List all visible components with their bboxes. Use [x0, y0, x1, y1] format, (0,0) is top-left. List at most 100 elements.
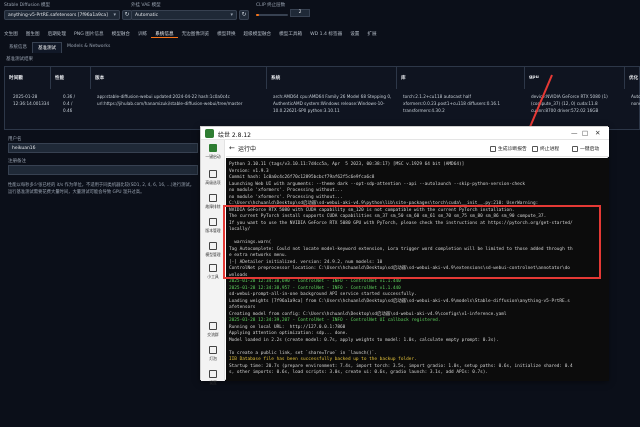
col-header-performance[interactable]: 性能 — [51, 67, 91, 89]
tab-0[interactable]: 文生图 — [0, 29, 22, 38]
tab-5[interactable]: 训练 — [134, 29, 151, 38]
subtab-0[interactable]: 系统信息 — [4, 42, 32, 53]
sidebar-icon — [209, 346, 217, 354]
benchmark-notes: 性能以每秒多少张已经的 it/s 作为单位，不适用于同类机器比较(SD1, 2,… — [8, 182, 198, 196]
console-line: Creating model from config: C:\Users\hch… — [229, 312, 507, 318]
sidebar-item-3[interactable]: 版本管理 — [201, 216, 225, 236]
tab-2[interactable]: 后期处理 — [44, 29, 70, 38]
stop-process-label: 终止进程 — [540, 147, 559, 152]
sidebar-item-2[interactable]: 故障排除 — [201, 192, 225, 212]
launcher-header: ← 运行中 生成诊断报告 终止进程 一键启动 — [226, 140, 609, 157]
console-line: Applying attention optimization: sdp... … — [229, 331, 348, 337]
subtab-1[interactable]: 基准测试 — [32, 42, 62, 53]
tab-10[interactable]: 模型工具箱 — [275, 29, 306, 38]
sidebar-item-4[interactable]: 模型管理 — [201, 240, 225, 260]
model-label: Stable Diffusion 模型 — [4, 2, 50, 8]
launcher-title: 绘世 2.8.12 — [218, 130, 251, 139]
one-click-start-button[interactable]: 一键启动 — [570, 144, 601, 153]
console-line: s, other imports: 0.6s, load scripts: 3.… — [229, 370, 488, 376]
console-line: Running on local URL: http://127.0.0.1:7… — [229, 325, 345, 331]
console-line: IIB Database file has been successfully … — [229, 357, 417, 363]
cell-optim: Automatic none — [627, 91, 640, 109]
username-label: 用户名 — [8, 136, 22, 142]
console-line: Python 3.10.11 (tags/v3.10.11:7d4cc5a, A… — [229, 162, 464, 168]
sidebar-item-label: 灯泡 — [201, 356, 225, 362]
report-icon — [490, 146, 496, 152]
tab-3[interactable]: PNG 图片信息 — [70, 29, 108, 38]
tab-6[interactable]: 系统信息 — [151, 29, 177, 38]
refresh-icon[interactable]: ↻ — [239, 10, 249, 20]
chevron-down-icon: ▾ — [113, 12, 116, 18]
launcher-titlebar[interactable]: 绘世 2.8.12 — □ ✕ — [201, 127, 609, 140]
clip-slider[interactable] — [256, 14, 288, 16]
status-label: 运行中 — [238, 144, 256, 153]
tab-8[interactable]: 模型转换 — [213, 29, 239, 38]
sidebar-icon — [209, 144, 217, 152]
cell-version: app:stable-diffusion-webui updated:2024-… — [93, 91, 267, 109]
console-line: no module 'xformers'. Processing without… — [229, 188, 343, 194]
play-icon — [572, 146, 578, 152]
console-line: Startup time: 20.7s (prepare environment… — [229, 364, 573, 370]
back-arrow-icon[interactable]: ← — [229, 144, 235, 152]
sidebar-item-7[interactable]: 灯泡 — [201, 344, 225, 364]
vae-select-value: Automatic — [135, 13, 158, 18]
top-bar: Stable Diffusion 模型 anything-v5-PrtRE.sa… — [0, 0, 640, 28]
stop-icon — [532, 146, 538, 152]
cell-performance: 0.36 / 0.4 / 0.46 — [59, 91, 91, 116]
col-header-system[interactable]: 系统 — [267, 67, 397, 89]
subtab-2[interactable]: Models & Networks — [62, 42, 115, 53]
sidebar-item-8[interactable]: 设置 — [201, 368, 225, 388]
console-line: Version: v1.9.3 — [229, 169, 269, 175]
diagnostic-report-button[interactable]: 生成诊断报告 — [488, 144, 529, 153]
tab-11[interactable]: WD 1.4 标签器 — [306, 29, 346, 38]
console-line: no module 'xformers'. Processing without… — [229, 195, 343, 201]
tab-9[interactable]: 超级模型融合 — [240, 29, 276, 38]
sidebar-item-label: 模型管理 — [201, 252, 225, 258]
minimize-icon[interactable]: — — [571, 129, 578, 137]
cell-libs: torch:2.1.2+cu118 autocast half xformers… — [399, 91, 525, 116]
console-line: Model loaded in 2.2s (create model: 0.7s… — [229, 338, 499, 344]
console-line: Commit hash: 1c0a0c4c26f70c12895bcbcf79a… — [229, 175, 374, 181]
tab-1[interactable]: 图生图 — [22, 29, 44, 38]
maximize-icon[interactable]: □ — [582, 129, 588, 137]
sidebar-item-label: 高级选项 — [201, 180, 225, 186]
vae-label: 外挂 VAE 模型 — [131, 2, 161, 8]
results-label: 基准测试结果 — [6, 56, 33, 62]
sidebar-item-6[interactable]: 交流群 — [201, 320, 225, 340]
close-icon[interactable]: ✕ — [595, 129, 600, 137]
stop-process-button[interactable]: 终止进程 — [530, 144, 561, 153]
model-select-value: anything-v5-PrtRE.safetensors [7f96a1a9c… — [8, 13, 108, 18]
chevron-down-icon: ▾ — [230, 12, 233, 18]
highlight-box — [223, 205, 601, 279]
sidebar-item-label: 故障排除 — [201, 204, 225, 210]
col-header-optim[interactable]: 优化 — [625, 67, 640, 89]
clip-number[interactable]: 2 — [290, 9, 310, 17]
console-line: 2025-01-28 12:34:39,207 - ControlNet - I… — [229, 318, 440, 324]
console-line: Loading weights [7f96a1a9ca] from C:\Use… — [229, 299, 570, 305]
sub-tabs: 系统信息基准测试Models & Networks — [4, 42, 115, 53]
sidebar-item-0[interactable]: 一键启动 — [201, 142, 225, 162]
vae-select[interactable]: Automatic ▾ — [131, 10, 237, 20]
username-input[interactable]: heikuan16 — [8, 143, 198, 153]
app-icon — [205, 129, 214, 138]
tab-7[interactable]: 无边图像浏览 — [178, 29, 214, 38]
sidebar-item-5[interactable]: 小工具 — [201, 262, 225, 282]
sidebar-item-label: 小工具 — [201, 274, 225, 280]
launcher-sidebar: 一键启动高级选项故障排除版本管理模型管理小工具交流群灯泡设置 — [201, 140, 225, 381]
sidebar-item-label: 版本管理 — [201, 228, 225, 234]
tab-12[interactable]: 设置 — [346, 29, 363, 38]
sidebar-icon — [209, 264, 217, 272]
tab-4[interactable]: 模型融合 — [108, 29, 134, 38]
model-select[interactable]: anything-v5-PrtRE.safetensors [7f96a1a9c… — [4, 10, 120, 20]
sidebar-icon — [209, 370, 217, 378]
console-line: 2025-01-28 12:34:38,690 - ControlNet - I… — [229, 279, 401, 285]
tab-13[interactable]: 扩展 — [363, 29, 380, 38]
col-header-timestamp[interactable]: 时间戳 — [5, 67, 51, 89]
col-header-version[interactable]: 版本 — [91, 67, 267, 89]
col-header-gpu[interactable]: gpu — [525, 67, 625, 89]
note-input[interactable] — [8, 165, 198, 175]
cell-timestamp: 2025-01-28 12:36:14.001334 — [9, 91, 53, 109]
console-line: Launching Web UI with arguments: --theme… — [229, 182, 525, 188]
col-header-libs[interactable]: 库 — [397, 67, 525, 89]
sidebar-item-1[interactable]: 高级选项 — [201, 168, 225, 188]
